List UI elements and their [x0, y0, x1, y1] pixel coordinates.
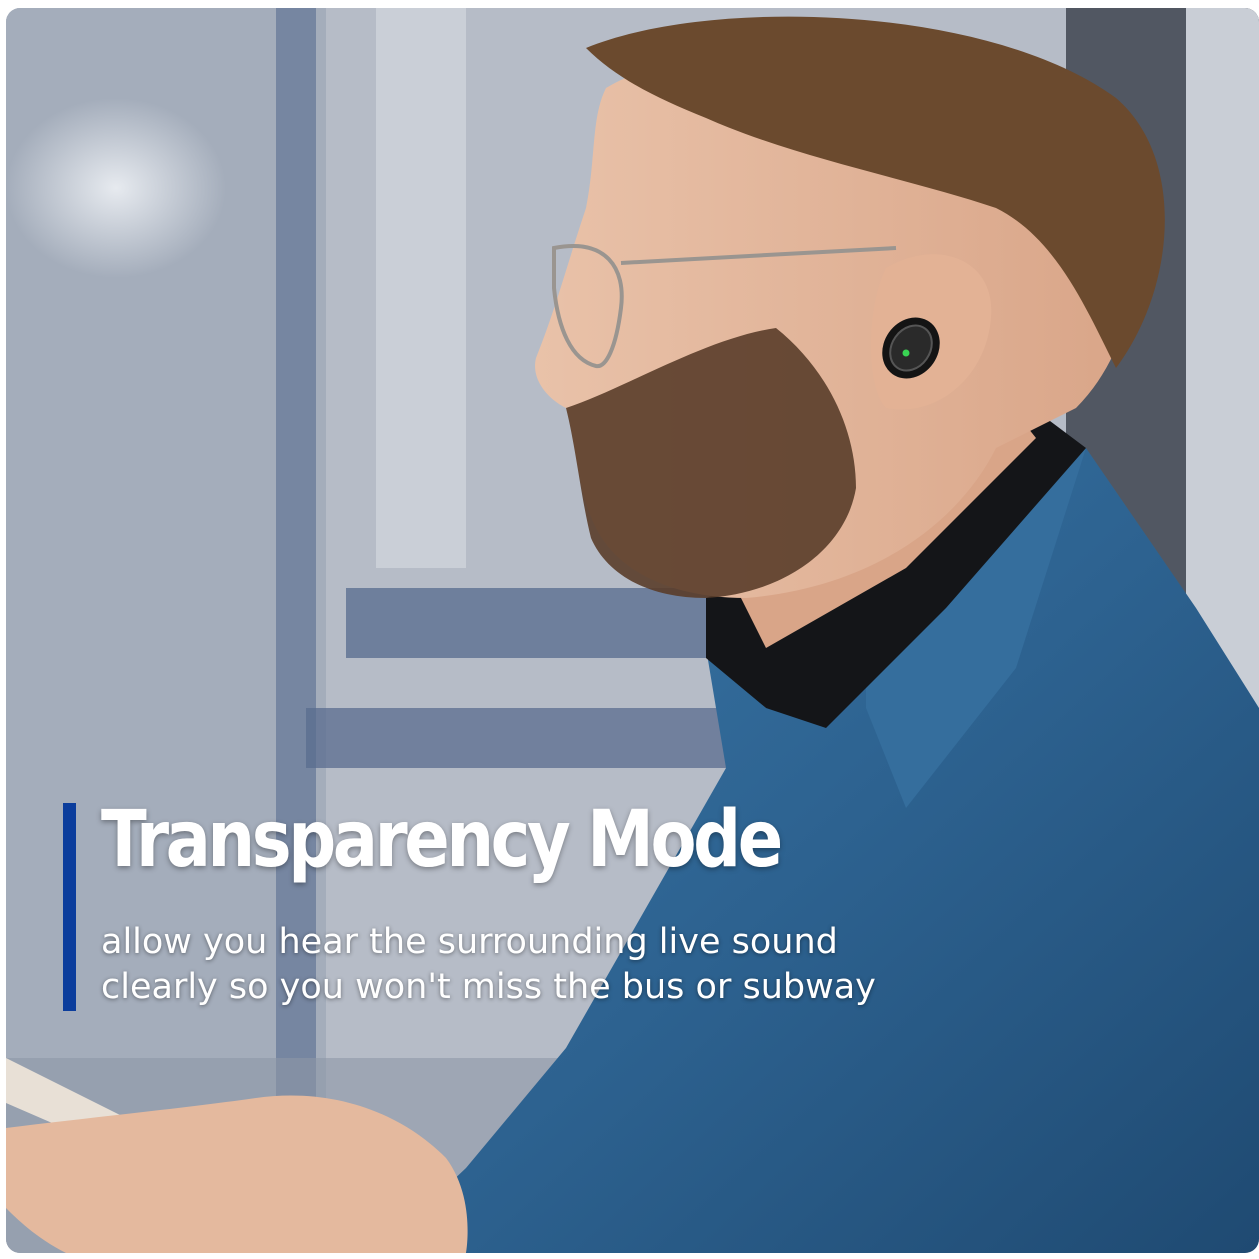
- subtitle-line-1: allow you hear the surrounding live soun…: [101, 922, 838, 962]
- product-image-frame: Transparency Mode allow you hear the sur…: [6, 8, 1259, 1253]
- subtitle: allow you hear the surrounding live soun…: [101, 920, 1001, 1010]
- headline: Transparency Mode: [101, 795, 783, 885]
- subtitle-line-2: clearly so you won't miss the bus or sub…: [101, 967, 876, 1007]
- accent-bar: [63, 803, 76, 1011]
- photo-scene: [6, 8, 1259, 1253]
